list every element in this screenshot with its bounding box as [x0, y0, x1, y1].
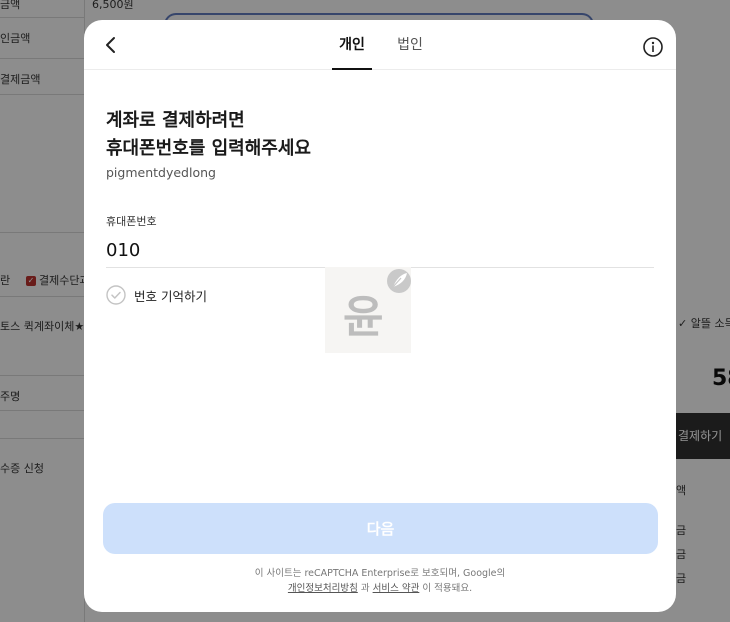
back-arrow-icon	[106, 37, 115, 53]
next-button[interactable]: 다음	[103, 503, 658, 554]
watermark-logo: 윤	[325, 267, 411, 353]
recaptcha-notice-line2: 개인정보처리방침 과 서비스 약관 이 적용돼요.	[84, 581, 676, 596]
info-icon	[643, 37, 663, 57]
tab-personal[interactable]: 개인	[332, 34, 372, 70]
remember-number-label: 번호 기억하기	[134, 288, 207, 304]
phone-verification-modal: 개인 법인 계좌로 결제하려면 휴대폰번호를 입력해주세요 pigmentdye…	[84, 20, 676, 612]
footer-and-text: 과	[357, 583, 373, 594]
back-button[interactable]	[100, 34, 122, 56]
watermark-text: 윤	[343, 292, 384, 343]
privacy-policy-link[interactable]: 개인정보처리방침	[288, 583, 358, 594]
footer-end-text: 이 적용돼요.	[419, 583, 473, 594]
info-button[interactable]	[642, 36, 664, 58]
recaptcha-notice: 이 사이트는 reCAPTCHA Enterprise로 보호되며, Googl…	[84, 566, 676, 596]
recaptcha-notice-line1: 이 사이트는 reCAPTCHA Enterprise로 보호되며, Googl…	[254, 568, 506, 579]
remember-number-checkbox[interactable]: 번호 기억하기	[106, 284, 207, 306]
username-label: pigmentdyedlong	[106, 165, 216, 180]
terms-of-service-link[interactable]: 서비스 약관	[373, 583, 420, 594]
phone-field-label: 휴대폰번호	[106, 215, 157, 228]
title-line-2: 휴대폰번호를 입력해주세요	[106, 138, 311, 159]
phone-input[interactable]	[106, 234, 654, 268]
modal-header: 개인 법인	[84, 20, 676, 70]
tab-corporate[interactable]: 법인	[392, 34, 428, 70]
title-line-1: 계좌로 결제하려면	[106, 110, 245, 131]
check-circle-icon	[106, 285, 126, 305]
